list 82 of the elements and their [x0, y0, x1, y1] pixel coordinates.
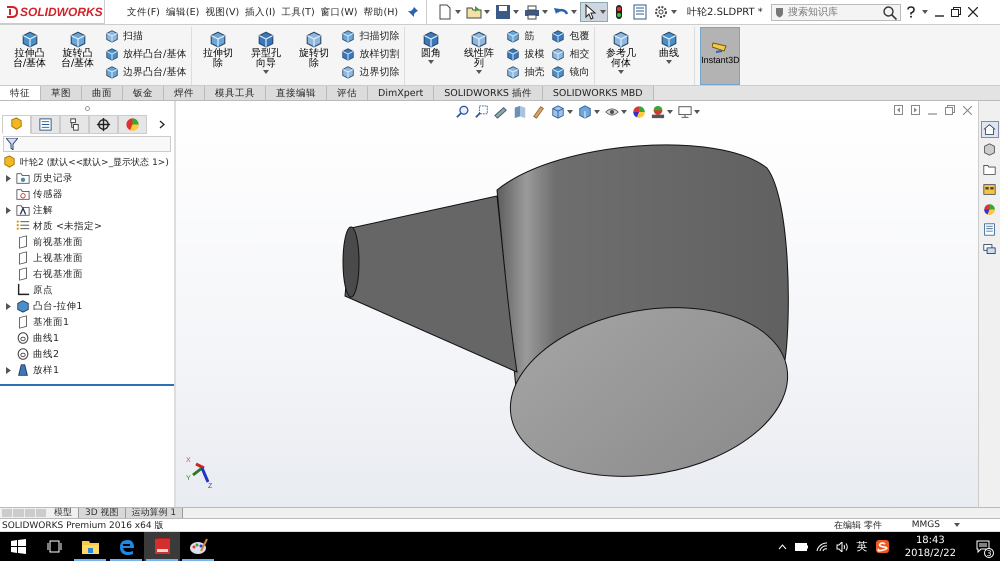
tree-item[interactable]: 材质 <未指定>: [2, 218, 174, 234]
ribbon-button[interactable]: 线性阵列: [458, 27, 500, 85]
ribbon-button[interactable]: 曲线: [648, 27, 690, 85]
tree-label: 材质 <未指定>: [33, 220, 102, 232]
menu-item[interactable]: 编辑(E): [166, 6, 200, 18]
tree-item[interactable]: 上视基准面: [2, 250, 174, 266]
tree-item[interactable]: 传感器: [2, 186, 174, 202]
ribbon-button[interactable]: 旋转凸台/基体: [57, 27, 98, 85]
ribbon-button[interactable]: 扫描切除: [341, 29, 400, 43]
ribbon-button[interactable]: 边界切除: [341, 65, 400, 79]
command-tab[interactable]: 直接编辑: [266, 86, 327, 100]
app-logo[interactable]: SOLIDWORKS: [0, 0, 105, 24]
ribbon-button[interactable]: 镜向: [551, 65, 590, 79]
ribbon-button[interactable]: 扫描: [105, 29, 186, 43]
ribbon-button[interactable]: 边界凸台/基体: [105, 65, 186, 79]
command-tab[interactable]: 草图: [41, 86, 82, 100]
tree-item[interactable]: 曲线2: [2, 346, 174, 362]
tree-item[interactable]: 前视基准面: [2, 234, 174, 250]
tree-label: 传感器: [33, 188, 63, 200]
command-tab[interactable]: 焊件: [164, 86, 205, 100]
document-title: 叶轮2.SLDPRT *: [687, 6, 763, 19]
ribbon-button[interactable]: 旋转切除: [293, 27, 334, 85]
notification-button[interactable]: 3: [972, 536, 994, 558]
ribbon-button[interactable]: 圆角: [410, 27, 452, 85]
notification-count: 3: [984, 548, 994, 558]
tree-item[interactable]: 右视基准面: [2, 266, 174, 282]
search-field[interactable]: 搜索知识库: [770, 4, 901, 20]
tree-label: 右视基准面: [33, 268, 83, 280]
tree-label: 凸台-拉伸1: [33, 300, 82, 312]
ribbon-button[interactable]: 放样凸台/基体: [105, 47, 186, 61]
ribbon-button[interactable]: 放样切割: [341, 47, 400, 61]
tree-item[interactable]: 叶轮2 (默认<<默认>_显示状态 1>): [2, 154, 174, 170]
menu-item[interactable]: 工具(T): [281, 6, 315, 18]
model-tab[interactable]: 3D 视图: [79, 508, 126, 518]
tree-item[interactable]: 历史记录: [2, 170, 174, 186]
ribbon-button[interactable]: Instant3D: [700, 27, 740, 85]
tree-item[interactable]: 基准面1: [2, 314, 174, 330]
tree-label: 基准面1: [33, 316, 70, 328]
command-tab[interactable]: 曲面: [82, 86, 123, 100]
ribbon-button[interactable]: 相交: [551, 47, 590, 61]
command-tab[interactable]: SOLIDWORKS 插件: [434, 86, 543, 100]
ribbon-button[interactable]: 包覆: [551, 29, 590, 43]
tree-label: 曲线2: [33, 348, 60, 360]
product-version: SOLIDWORKS Premium 2016 x64 版: [2, 520, 164, 532]
tree-label: 曲线1: [33, 332, 60, 344]
tree-item[interactable]: 放样1: [2, 362, 174, 378]
tree-label: 叶轮2 (默认<<默认>_显示状态 1>): [20, 156, 169, 168]
menu-item[interactable]: 文件(F): [127, 6, 160, 18]
clock-time[interactable]: 18:43: [916, 534, 945, 546]
ribbon-button[interactable]: 异型孔向导: [245, 27, 286, 85]
ribbon-button[interactable]: 拉伸凸台/基体: [9, 27, 50, 85]
ribbon-button[interactable]: 筋: [506, 29, 544, 43]
clock-date[interactable]: 2018/2/22: [904, 546, 956, 560]
edit-mode: 在编辑 零件: [834, 520, 882, 532]
command-tab[interactable]: SOLIDWORKS MBD: [542, 86, 654, 100]
tree-label: 原点: [33, 284, 53, 296]
menu-item[interactable]: 视图(V): [205, 6, 240, 18]
command-tab[interactable]: 评估: [327, 86, 368, 100]
input-method[interactable]: 英: [856, 539, 868, 554]
tree-label: 放样1: [33, 364, 60, 376]
tree-label: 历史记录: [33, 172, 73, 184]
unit-system[interactable]: MMGS: [912, 520, 940, 530]
tree-item[interactable]: 注解: [2, 202, 174, 218]
ribbon-button[interactable]: 参考几何体: [600, 27, 642, 85]
logo-text: SOLIDWORKS: [20, 4, 103, 18]
menu-item[interactable]: 插入(I): [245, 6, 276, 18]
ribbon-button[interactable]: 抽壳: [506, 65, 544, 79]
tree-label: 注解: [33, 204, 53, 216]
menu-item[interactable]: 帮助(H): [363, 6, 398, 18]
tree-item[interactable]: 凸台-拉伸1: [2, 298, 174, 314]
ribbon-button[interactable]: 拉伸切除: [197, 27, 238, 85]
menu-item[interactable]: 窗口(W): [320, 6, 358, 18]
tree-label: 上视基准面: [33, 252, 83, 264]
model-tab[interactable]: 运动算例 1: [126, 508, 184, 518]
command-tab[interactable]: DimXpert: [368, 86, 434, 100]
ribbon-button[interactable]: 拔模: [506, 47, 544, 61]
tree-item[interactable]: 原点: [2, 282, 174, 298]
tree-label: 前视基准面: [33, 236, 83, 248]
tree-item[interactable]: 曲线1: [2, 330, 174, 346]
command-tab[interactable]: 特征: [0, 86, 41, 100]
command-tab[interactable]: 钣金: [123, 86, 164, 100]
command-tab[interactable]: 模具工具: [205, 86, 266, 100]
